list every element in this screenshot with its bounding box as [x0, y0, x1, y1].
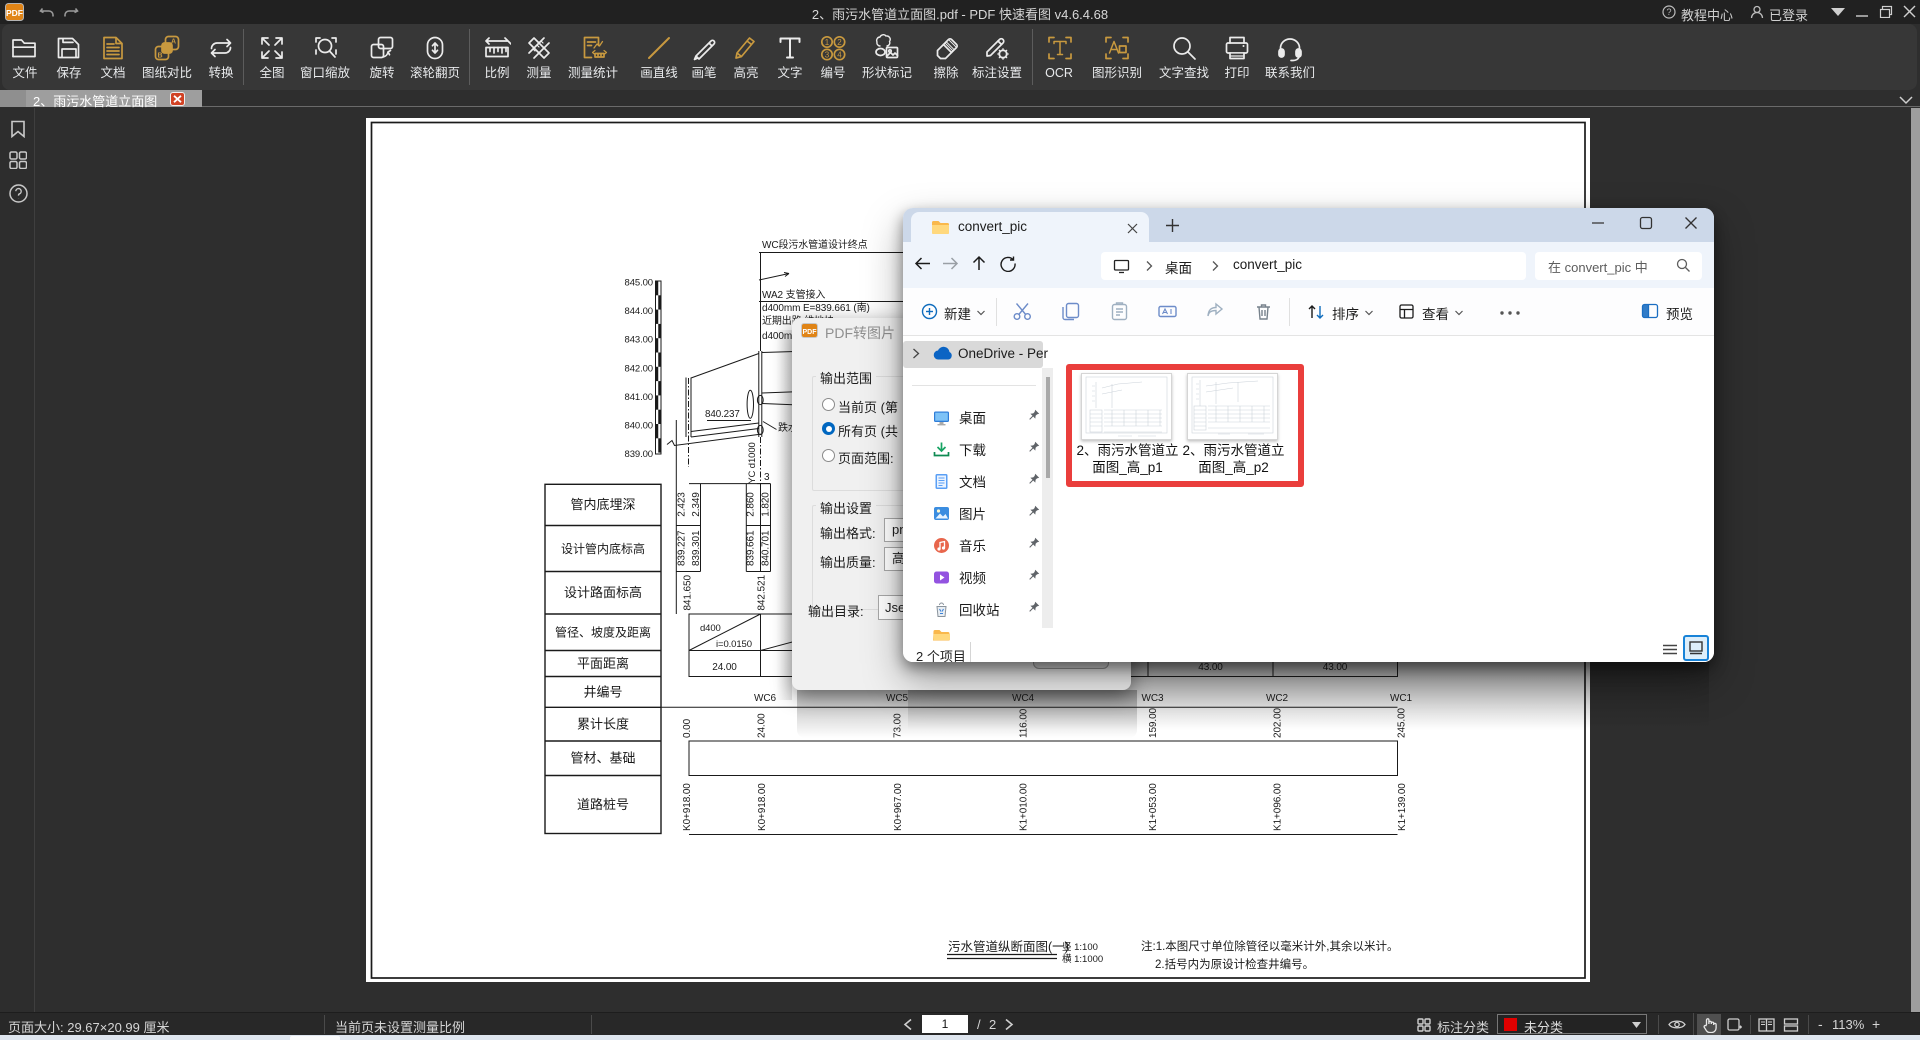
svg-text:24.00: 24.00 [712, 662, 737, 673]
svg-text:2.349: 2.349 [691, 492, 702, 517]
svg-text:K0+967.00: K0+967.00 [893, 783, 904, 831]
svg-text:WA2 支管接入: WA2 支管接入 [762, 288, 825, 301]
svg-text:840.00: 840.00 [625, 421, 653, 432]
svg-text:管径、坡度及距离: 管径、坡度及距离 [555, 625, 651, 640]
svg-text:841.650: 841.650 [683, 575, 694, 611]
svg-text:WC段污水管道设计终点: WC段污水管道设计终点 [762, 238, 868, 251]
svg-text:839.301: 839.301 [691, 530, 702, 566]
svg-text:i=0.0150: i=0.0150 [716, 639, 752, 650]
svg-text:管内底埋深: 管内底埋深 [570, 497, 635, 512]
svg-text:注:1.本图尺寸单位除管径以毫米计外,其余以米计。: 注:1.本图尺寸单位除管径以毫米计外,其余以米计。 [1141, 939, 1398, 953]
svg-text:道路桩号: 道路桩号 [577, 797, 629, 812]
svg-text:YC d1000: YC d1000 [747, 442, 758, 483]
svg-text:K0+918.00: K0+918.00 [682, 783, 693, 831]
svg-text:3: 3 [764, 472, 770, 483]
svg-text:840.701: 840.701 [761, 530, 772, 566]
svg-text:2.860: 2.860 [746, 492, 757, 517]
svg-text:839.227: 839.227 [677, 530, 688, 566]
svg-text:污水管道纵断面图(一): 污水管道纵断面图(一) [948, 939, 1069, 954]
svg-text:843.00: 843.00 [625, 335, 653, 346]
svg-text:841.00: 841.00 [625, 392, 653, 403]
svg-text:横 1:1000: 横 1:1000 [1062, 953, 1103, 965]
svg-text:839.661: 839.661 [746, 530, 757, 566]
svg-text:842.00: 842.00 [625, 363, 653, 374]
svg-text:设计路面标高: 设计路面标高 [564, 585, 642, 600]
svg-text:24.00: 24.00 [757, 713, 768, 738]
svg-text:845.00: 845.00 [625, 278, 653, 289]
svg-text:4: 4 [837, 51, 842, 60]
svg-text:2.括号内为原设计检查井编号。: 2.括号内为原设计检查井编号。 [1155, 957, 1314, 971]
svg-text:K1+053.00: K1+053.00 [1148, 783, 1159, 831]
svg-text:累计长度: 累计长度 [577, 717, 629, 732]
svg-text:844.00: 844.00 [625, 306, 653, 317]
svg-text:0.00: 0.00 [682, 718, 693, 738]
svg-text:K1+139.00: K1+139.00 [1397, 783, 1408, 831]
svg-text:设计管内底标高: 设计管内底标高 [561, 541, 645, 556]
svg-text:竖 1:100: 竖 1:100 [1062, 942, 1098, 953]
svg-text:1.820: 1.820 [761, 492, 772, 517]
svg-text:?: ? [1666, 7, 1671, 17]
svg-text:3: 3 [825, 51, 830, 60]
svg-text:A: A [171, 39, 176, 46]
svg-text:d400mm E=839.661 (南): d400mm E=839.661 (南) [762, 301, 870, 314]
svg-text:d400: d400 [700, 623, 721, 634]
svg-text:1: 1 [825, 38, 830, 47]
svg-text:2: 2 [837, 38, 842, 47]
svg-text:PDF: PDF [6, 8, 23, 18]
svg-text:井编号: 井编号 [583, 685, 622, 700]
svg-text:840.237: 840.237 [705, 409, 740, 420]
svg-text:平面距离: 平面距离 [577, 656, 629, 671]
svg-text:WC6: WC6 [754, 693, 776, 704]
svg-text:K1+096.00: K1+096.00 [1273, 783, 1284, 831]
svg-text:K0+918.00: K0+918.00 [757, 783, 768, 831]
svg-text:839.00: 839.00 [625, 449, 653, 460]
svg-text:PDF: PDF [803, 329, 818, 336]
svg-text:管材、基础: 管材、基础 [570, 751, 635, 766]
svg-text:B: B [157, 53, 162, 60]
svg-text:K1+010.00: K1+010.00 [1019, 783, 1030, 831]
svg-text:842.521: 842.521 [757, 575, 768, 611]
svg-text:2.423: 2.423 [677, 492, 688, 517]
